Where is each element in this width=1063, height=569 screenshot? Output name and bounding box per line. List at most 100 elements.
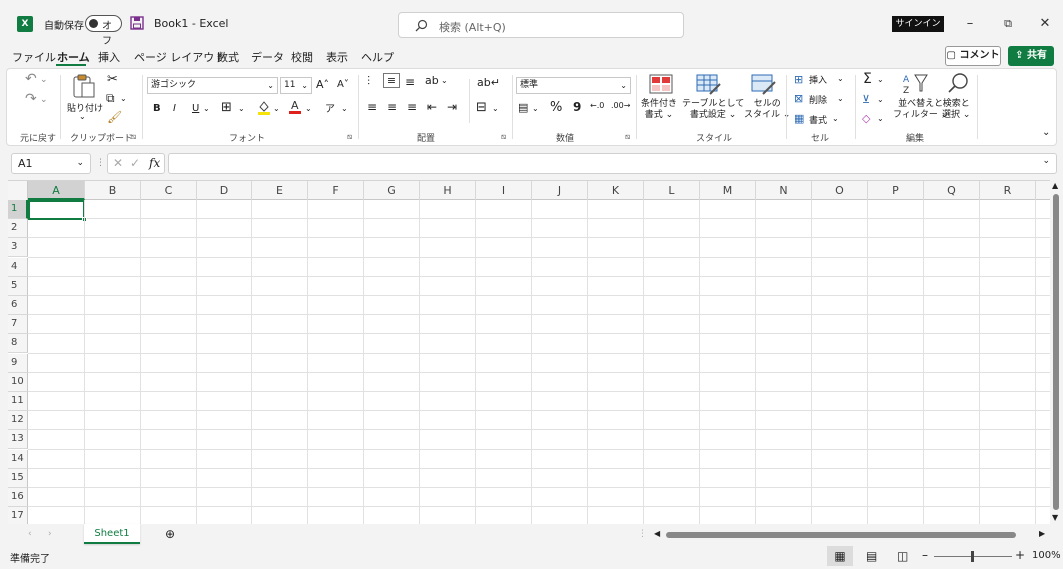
horizontal-scroll-thumb[interactable] xyxy=(666,532,1016,538)
find-icon[interactable] xyxy=(947,71,971,95)
enter-icon[interactable]: ✓ xyxy=(130,156,140,170)
column-header[interactable]: G xyxy=(364,181,420,200)
merge-center-icon[interactable]: ⊟ xyxy=(476,100,487,115)
column-header[interactable]: B xyxy=(85,181,141,200)
select-all-corner[interactable] xyxy=(8,181,28,200)
number-format-select[interactable]: 標準 ⌄ xyxy=(516,77,631,94)
increase-decimal-icon[interactable]: ←.0 xyxy=(590,101,604,110)
column-header[interactable]: D xyxy=(197,181,252,200)
row-header[interactable]: 13 xyxy=(8,430,28,450)
row-header[interactable]: 1 xyxy=(8,200,28,219)
orientation-dropdown-icon[interactable]: ⌄ xyxy=(441,76,448,85)
underline-button[interactable]: U xyxy=(192,103,199,114)
find-select-button[interactable]: 検索と 選択 ⌄ xyxy=(942,99,970,121)
delete-cells-label[interactable]: 削除 xyxy=(809,93,827,106)
fill-color-icon[interactable] xyxy=(257,99,271,115)
save-icon[interactable] xyxy=(130,16,144,30)
percent-button[interactable]: % xyxy=(550,100,562,115)
italic-button[interactable]: I xyxy=(173,103,176,114)
autosave-toggle[interactable]: オフ xyxy=(85,15,122,47)
borders-icon[interactable]: ⊞ xyxy=(221,100,232,115)
align-top-icon[interactable]: ⫶ xyxy=(367,74,370,89)
next-sheet-icon[interactable]: › xyxy=(48,529,52,539)
autosum-dropdown-icon[interactable]: ⌄ xyxy=(877,75,884,84)
font-size-select[interactable]: 11 ⌄ xyxy=(280,77,312,94)
tab-file[interactable]: ファイル xyxy=(12,49,56,65)
format-cells-label[interactable]: 書式 xyxy=(809,113,827,126)
redo-dropdown-icon[interactable]: ⌄ xyxy=(40,95,48,105)
row-header[interactable]: 6 xyxy=(8,296,28,315)
underline-dropdown-icon[interactable]: ⌄ xyxy=(203,104,210,113)
orientation-icon[interactable]: ab xyxy=(425,74,439,87)
expand-formula-icon[interactable]: ⌄ xyxy=(1042,156,1050,166)
fill-color-dropdown-icon[interactable]: ⌄ xyxy=(273,104,280,113)
scroll-down-icon[interactable]: ▼ xyxy=(1052,513,1058,522)
font-color-dropdown-icon[interactable]: ⌄ xyxy=(305,104,312,113)
scroll-right-icon[interactable]: ▶ xyxy=(1039,529,1045,538)
font-name-select[interactable]: 游ゴシック ⌄ xyxy=(147,77,278,94)
ribbon-collapse-icon[interactable]: ⌄ xyxy=(1042,127,1050,138)
column-header[interactable]: C xyxy=(141,181,197,200)
row-header[interactable]: 12 xyxy=(8,411,28,431)
column-header[interactable]: N xyxy=(756,181,812,200)
zoom-level[interactable]: 100% xyxy=(1032,550,1061,561)
zoom-slider-thumb[interactable] xyxy=(971,551,974,562)
column-header[interactable]: L xyxy=(644,181,700,200)
row-header[interactable]: 16 xyxy=(8,488,28,507)
align-right-icon[interactable]: ≡ xyxy=(407,100,417,114)
merge-dropdown-icon[interactable]: ⌄ xyxy=(492,104,499,113)
column-header[interactable]: O xyxy=(812,181,868,200)
worksheet-grid[interactable]: ABCDEFGHIJKLMNOPQR 1 2 3 4 5 6 7 8 9 10 11 12 13 14 15… xyxy=(8,180,1050,524)
delete-dropdown-icon[interactable]: ⌄ xyxy=(837,94,844,103)
decrease-decimal-icon[interactable]: .00→ xyxy=(611,101,630,110)
phonetic-dropdown-icon[interactable]: ⌄ xyxy=(341,104,348,113)
column-header[interactable]: F xyxy=(308,181,364,200)
row-header[interactable]: 2 xyxy=(8,219,28,239)
align-bottom-icon[interactable]: ≡ xyxy=(405,75,415,89)
tab-review[interactable]: 校閲 xyxy=(291,49,313,65)
add-sheet-icon[interactable]: ⊕ xyxy=(165,527,175,541)
share-button[interactable]: ⇪ 共有 xyxy=(1008,46,1054,66)
undo-dropdown-icon[interactable]: ⌄ xyxy=(40,75,48,85)
column-header[interactable]: E xyxy=(252,181,308,200)
zoom-out-icon[interactable]: – xyxy=(922,548,928,562)
minimize-icon[interactable]: – xyxy=(960,14,980,34)
borders-dropdown-icon[interactable]: ⌄ xyxy=(238,104,245,113)
column-header[interactable]: M xyxy=(700,181,756,200)
insert-cells-icon[interactable]: ⊞ xyxy=(794,73,803,86)
tab-home[interactable]: ホーム xyxy=(57,49,90,65)
font-launcher-icon[interactable]: ⧅ xyxy=(347,132,352,142)
clear-dropdown-icon[interactable]: ⌄ xyxy=(877,114,884,123)
tab-formulas[interactable]: 数式 xyxy=(217,49,239,65)
decrease-indent-icon[interactable]: ⇤ xyxy=(427,100,437,114)
paste-dropdown-icon[interactable]: ⌄ xyxy=(79,112,86,121)
increase-font-icon[interactable]: A˄ xyxy=(316,78,329,91)
fill-icon[interactable]: ⊻ xyxy=(862,93,870,106)
row-header[interactable]: 9 xyxy=(8,353,28,373)
clear-icon[interactable]: ◇ xyxy=(862,112,870,125)
active-cell[interactable] xyxy=(28,200,87,222)
search-box[interactable]: 検索 (Alt+Q) xyxy=(398,12,684,38)
number-launcher-icon[interactable]: ⧅ xyxy=(625,132,630,142)
page-layout-view-icon[interactable]: ▤ xyxy=(866,549,877,563)
align-center-icon[interactable]: ≡ xyxy=(387,100,397,114)
prev-sheet-icon[interactable]: ‹ xyxy=(28,529,32,539)
column-header[interactable]: R xyxy=(980,181,1036,200)
redo-icon[interactable]: ↷ xyxy=(25,91,37,107)
decrease-font-icon[interactable]: A˅ xyxy=(337,79,349,90)
column-header[interactable]: K xyxy=(588,181,644,200)
sort-filter-icon[interactable]: AZ xyxy=(903,73,929,95)
tab-view[interactable]: 表示 xyxy=(326,49,348,65)
scroll-up-icon[interactable]: ▲ xyxy=(1052,181,1058,190)
format-as-table-button[interactable]: テーブルとして 書式設定 ⌄ xyxy=(682,99,744,121)
row-header[interactable]: 15 xyxy=(8,468,28,488)
restore-icon[interactable]: ⧉ xyxy=(998,14,1018,34)
format-as-table-icon[interactable] xyxy=(696,74,722,96)
sheet-tab[interactable]: Sheet1 xyxy=(84,524,140,544)
row-header[interactable]: 7 xyxy=(8,315,28,335)
tab-data[interactable]: データ xyxy=(251,49,284,65)
cell-styles-icon[interactable] xyxy=(751,74,777,96)
sort-filter-button[interactable]: 並べ替えと フィルター ⌄ xyxy=(893,99,948,121)
copy-icon[interactable]: ⧉ xyxy=(106,91,115,106)
alignment-launcher-icon[interactable]: ⧅ xyxy=(501,132,506,142)
